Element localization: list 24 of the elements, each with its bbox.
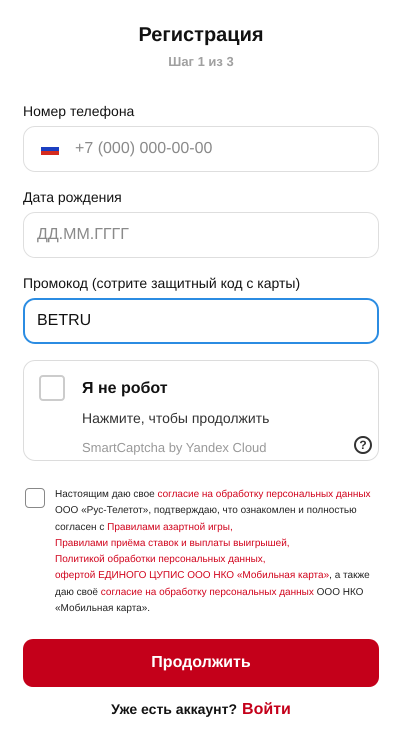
consent-checkbox[interactable]: [25, 488, 45, 508]
step-indicator: Шаг 1 из 3: [167, 54, 235, 69]
captcha-checkbox[interactable]: [39, 375, 65, 401]
consent-link[interactable]: Политикой обработки персональных данных: [55, 554, 263, 566]
consent-link[interactable]: офертой ЕДИНОГО ЦУПИС ООО НКО «Мобильная карта»: [55, 570, 330, 582]
account-prompt: Уже есть аккаунт?: [111, 701, 238, 718]
input-field[interactable]: ДД.ММ.ГГГГ: [23, 212, 379, 258]
help-icon[interactable]: ?: [354, 436, 372, 454]
login-link[interactable]: Войти: [242, 701, 291, 720]
consent-link[interactable]: согласие на обработку персональных данных: [100, 586, 314, 598]
continue-button[interactable]: Продолжить: [23, 639, 379, 688]
field-label: Дата рождения: [23, 189, 123, 206]
field-label: Номер телефона: [23, 103, 136, 120]
consent-link[interactable]: Правилами азартной игры: [107, 522, 230, 533]
input-field[interactable]: BETRU: [23, 298, 379, 344]
captcha-brand: SmartCaptcha by Yandex Cloud: [82, 440, 268, 455]
consent-link[interactable]: согласие на обработку персональных данных: [157, 489, 371, 500]
consent-link[interactable]: Правилами приёма ставок и выплаты выигрышей: [55, 538, 287, 549]
consent-text: Настоящим даю свое согласие на обработку персональных данных ООО «Рус-Телетот», подтверждаю, что ознакомлен и полностью согласен с Правилами азартной игры, Правилами приёма ставок и выплаты выигрышей, Политикой обработки персональных данных, офертой ЕДИНОГО ЦУПИС ООО НКО «Мобильная карта», а также даю своё согласие на обработку персональных данных ООО НКО «Мобильная карта».: [55, 488, 372, 616]
field-label: Промокод (сотрите защитный код с карты): [23, 275, 302, 292]
captcha-title: Я не робот: [82, 379, 169, 399]
page-title: Регистрация: [137, 23, 265, 48]
phone-field[interactable]: +7 (000) 000-00-00: [23, 126, 379, 172]
captcha-hint: Нажмите, чтобы продолжить: [82, 410, 270, 426]
